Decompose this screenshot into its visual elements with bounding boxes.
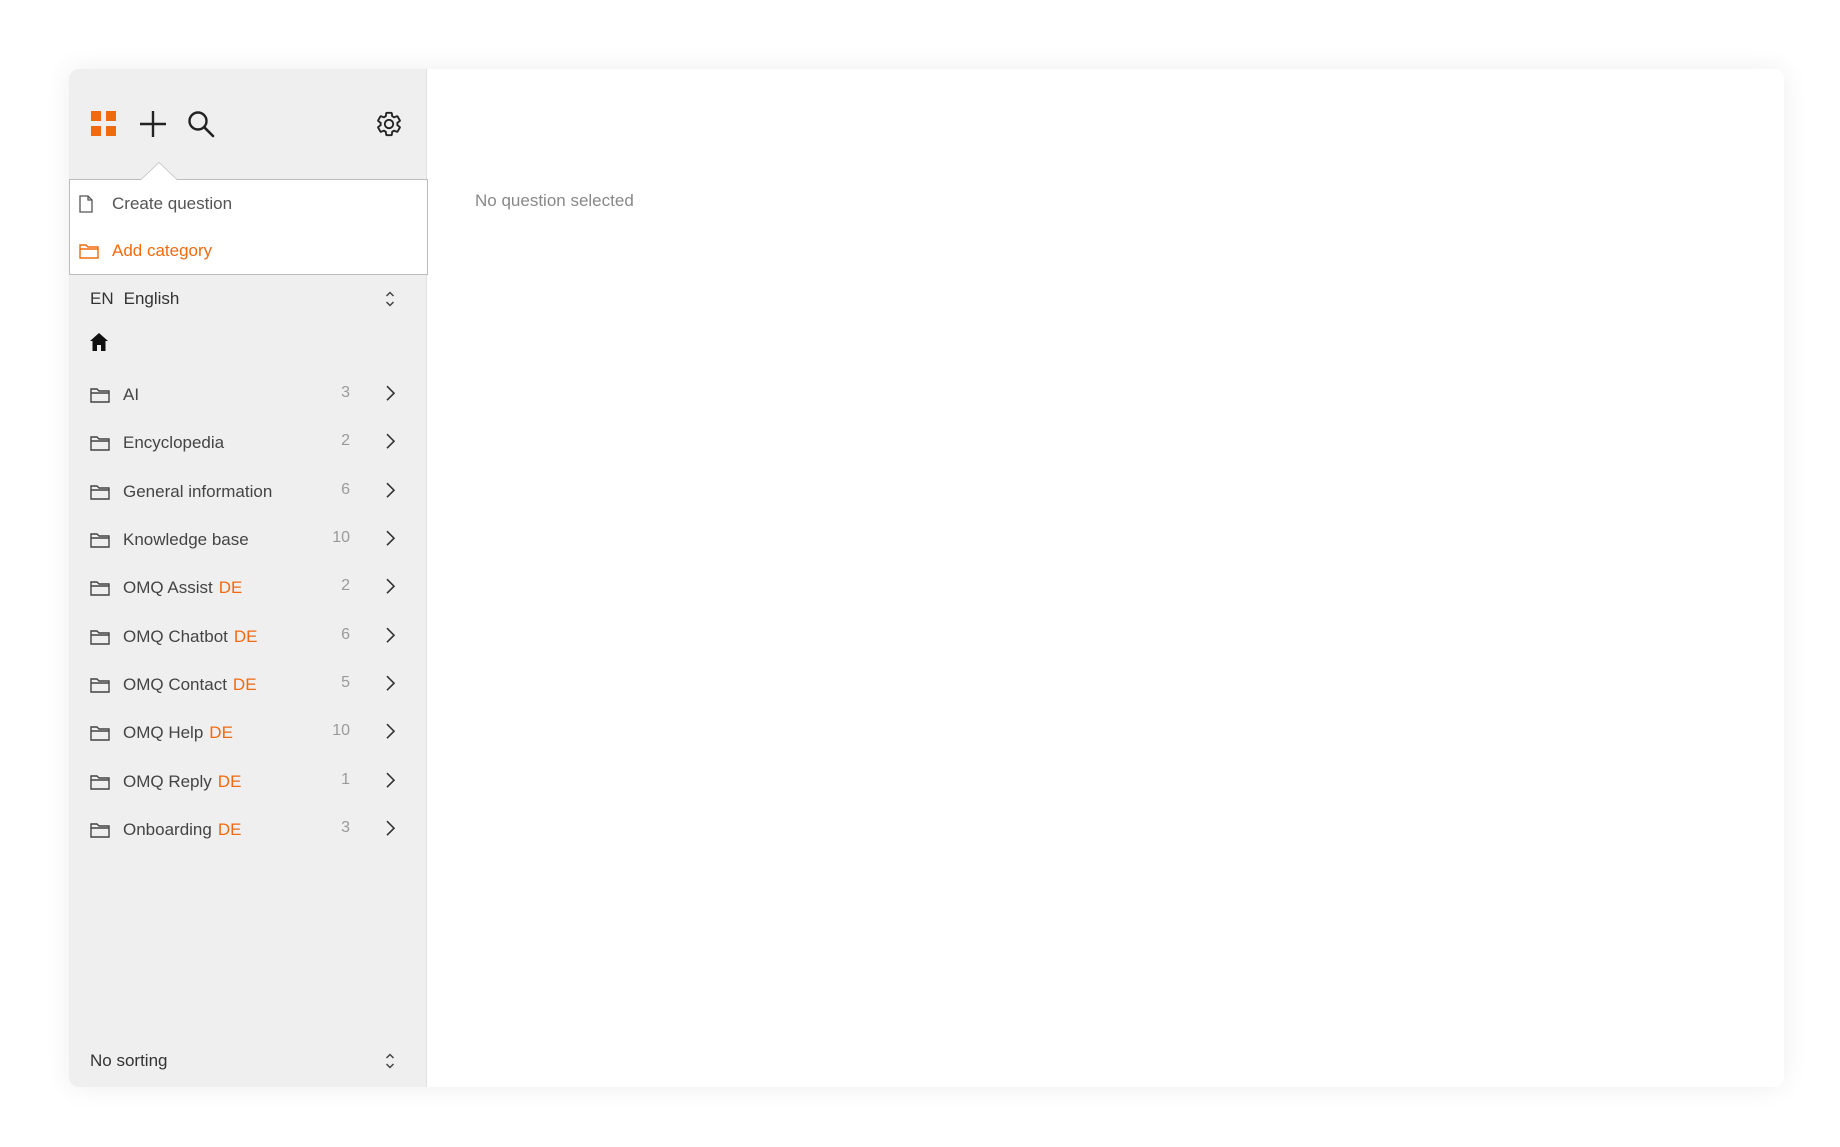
- category-name: OMQ Help: [123, 723, 204, 743]
- category-name: OMQ Contact: [123, 674, 227, 694]
- app-window: Create question Add category EN English: [69, 69, 1784, 1087]
- add-menu-caret: [140, 162, 178, 180]
- folder-icon: [90, 532, 110, 548]
- category-count: 10: [332, 722, 350, 740]
- category-language-badge: DE: [217, 819, 242, 839]
- folder-icon: [90, 822, 110, 838]
- up-down-icon: [385, 1053, 395, 1069]
- chevron-right-icon[interactable]: [384, 674, 396, 692]
- plus-icon: [140, 111, 166, 137]
- category-item[interactable]: Knowledge base 10: [69, 516, 426, 564]
- folder-icon: [90, 725, 110, 741]
- main-panel: No question selected: [427, 69, 1784, 1087]
- add-category-label: Add category: [112, 241, 213, 260]
- up-down-icon: [385, 291, 395, 307]
- category-item[interactable]: General information 6: [69, 468, 426, 516]
- folder-icon: [90, 677, 110, 693]
- category-item[interactable]: OMQ Chatbot DE 6: [69, 612, 426, 660]
- category-name: Knowledge base: [123, 530, 249, 550]
- create-question-item[interactable]: Create question: [70, 181, 427, 227]
- apps-button[interactable]: [84, 104, 124, 144]
- category-item[interactable]: Onboarding DE 3: [69, 806, 426, 854]
- category-language-badge: DE: [233, 626, 258, 646]
- category-name: OMQ Chatbot: [123, 626, 228, 646]
- chevron-right-icon[interactable]: [384, 433, 396, 451]
- category-count: 2: [341, 577, 350, 595]
- add-menu: Create question Add category: [69, 162, 428, 275]
- chevron-right-icon[interactable]: [384, 771, 396, 789]
- category-count: 3: [341, 384, 350, 402]
- category-name: Onboarding: [123, 819, 212, 839]
- category-item[interactable]: OMQ Reply DE 1: [69, 757, 426, 805]
- folder-icon: [90, 387, 110, 403]
- category-item[interactable]: AI 3: [69, 371, 426, 419]
- category-count: 2: [341, 432, 350, 450]
- gear-icon: [377, 111, 401, 137]
- sorting-selector[interactable]: No sorting: [69, 1035, 426, 1087]
- chevron-right-icon[interactable]: [384, 384, 396, 402]
- document-icon: [79, 194, 99, 214]
- category-name: OMQ Assist: [123, 578, 213, 598]
- home-button[interactable]: [89, 332, 115, 358]
- language-selector[interactable]: EN English: [69, 275, 426, 323]
- empty-state-text: No question selected: [475, 191, 634, 210]
- folder-icon: [90, 629, 110, 645]
- category-language-badge: DE: [209, 723, 233, 743]
- home-icon: [90, 333, 108, 351]
- search-button[interactable]: [181, 104, 221, 144]
- folder-icon: [90, 580, 110, 597]
- category-list: AI 3 Encyclopedia 2 General information …: [69, 371, 426, 854]
- category-name: Encyclopedia: [123, 433, 225, 453]
- category-item[interactable]: OMQ Assist DE 2: [69, 564, 426, 612]
- category-name: General information: [123, 481, 273, 501]
- sorting-label: No sorting: [90, 1051, 168, 1070]
- chevron-right-icon[interactable]: [384, 578, 396, 596]
- category-count: 10: [332, 529, 350, 547]
- folder-icon: [90, 435, 110, 452]
- language-code: EN: [90, 289, 114, 308]
- chevron-right-icon[interactable]: [384, 626, 396, 644]
- category-count: 6: [341, 625, 350, 643]
- chevron-right-icon[interactable]: [384, 819, 396, 837]
- add-button[interactable]: [133, 104, 173, 144]
- category-item[interactable]: OMQ Help DE 10: [69, 709, 426, 757]
- folder-icon: [90, 484, 110, 500]
- category-name: AI: [123, 385, 140, 405]
- category-name: OMQ Reply: [123, 771, 212, 791]
- add-category-item[interactable]: Add category: [70, 228, 427, 274]
- category-count: 1: [341, 770, 350, 788]
- chevron-right-icon[interactable]: [384, 529, 396, 547]
- chevron-right-icon[interactable]: [384, 481, 396, 499]
- chevron-right-icon[interactable]: [384, 722, 396, 740]
- language-name: English: [123, 289, 180, 308]
- category-count: 6: [341, 480, 350, 498]
- search-icon: [188, 111, 215, 138]
- sidebar: Create question Add category EN English: [69, 69, 428, 1087]
- folder-icon: [79, 241, 99, 261]
- category-item[interactable]: Encyclopedia 2: [69, 419, 426, 467]
- category-language-badge: DE: [217, 771, 242, 791]
- create-question-label: Create question: [112, 194, 233, 213]
- grid-icon: [91, 111, 116, 136]
- category-item[interactable]: OMQ Contact DE 5: [69, 661, 426, 709]
- category-count: 5: [341, 674, 350, 692]
- category-count: 3: [341, 819, 350, 837]
- sidebar-toolbar: [69, 69, 426, 181]
- folder-icon: [90, 774, 110, 790]
- settings-button[interactable]: [369, 104, 409, 144]
- category-language-badge: DE: [232, 674, 257, 694]
- category-language-badge: DE: [218, 578, 243, 598]
